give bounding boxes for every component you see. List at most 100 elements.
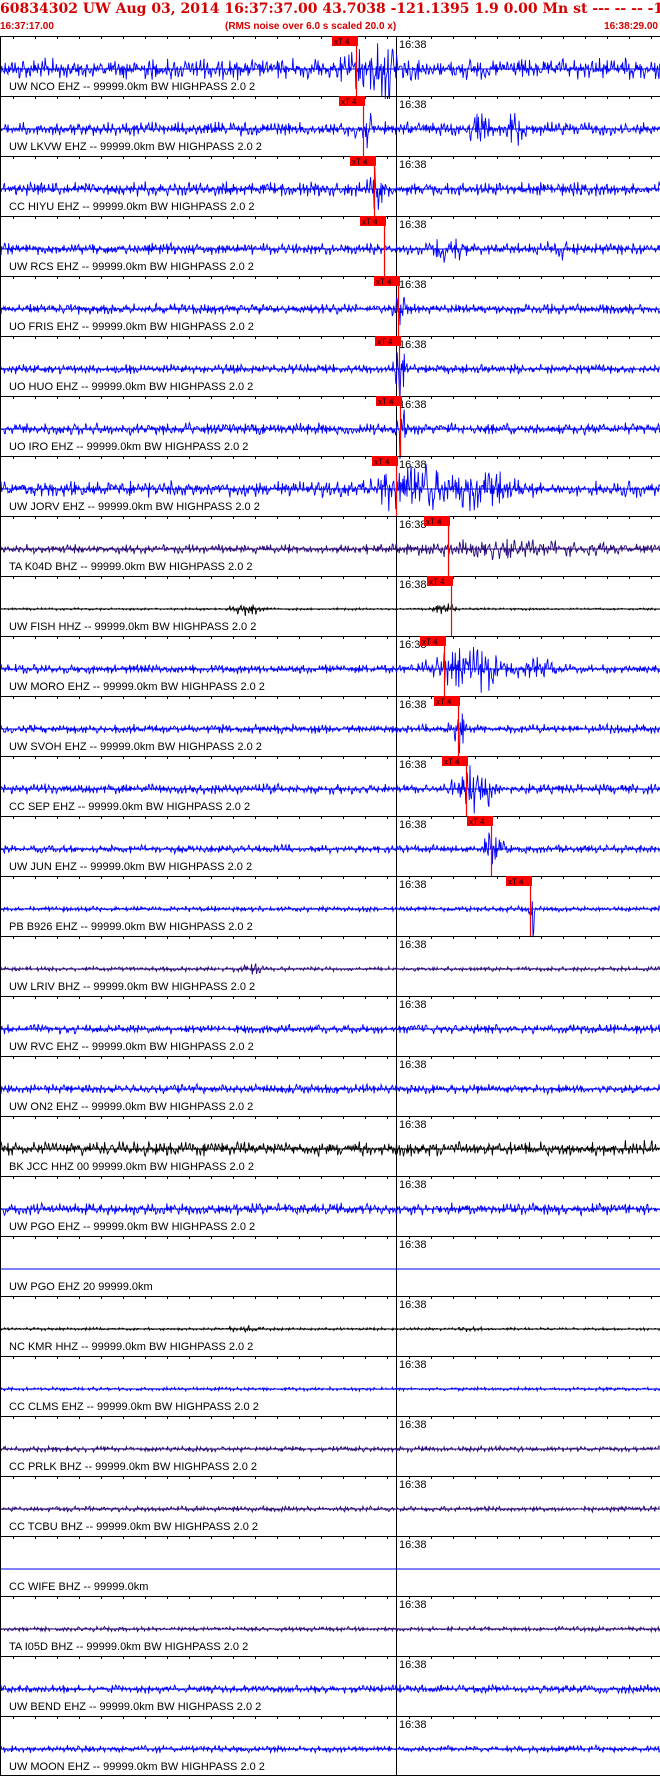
- trace-panel: 16:38xT 4NC KMR HHZ -- 99999.0km BW HIGH…: [0, 1296, 660, 1356]
- trace-panel: 16:38 CC WIFE BHZ -- 99999.0km: [0, 1536, 660, 1596]
- trace-panel: 16:38 xT 4 PB B926 EHZ -- 99999.0km BW HIG…: [0, 876, 660, 938]
- seismogram-panel: 16:38 xT 4 UW NCO EHZ -- 99999.0km BW HIGH…: [0, 36, 660, 1778]
- minute-label: 16:38: [399, 519, 427, 531]
- minute-label: 16:38: [399, 339, 427, 351]
- pick-label: xT 4: [422, 638, 438, 647]
- trace-panel: 16:38 CC TCBU BHZ -- 99999.0km BW HIGHPAS…: [0, 1476, 660, 1536]
- trace-label: UW RCS EHZ -- 99999.0km BW HIGHPASS 2.0 …: [9, 261, 254, 273]
- pick-label: xT 4: [508, 878, 524, 887]
- trace-label: UW JORV EHZ -- 99999.0km BW HIGHPASS 2.0…: [9, 501, 260, 513]
- trace-panel: 16:38 xT 4 CC SEP EHZ -- 99999.0km BW HIGH…: [0, 756, 660, 816]
- minute-label: 16:38: [399, 1539, 427, 1551]
- minute-label: 16:38: [399, 459, 427, 471]
- trace-label: CC PRLK BHZ -- 99999.0km BW HIGHPASS 2.0…: [9, 1461, 257, 1473]
- trace-panel: 16:38 TA I05D BHZ -- 99999.0km BW HIGHPAS…: [0, 1596, 660, 1656]
- minute-label: 16:38: [399, 1059, 427, 1071]
- minute-label: 16:38: [399, 699, 427, 711]
- minute-label: 16:38: [399, 1419, 427, 1431]
- waveform: [0, 1139, 660, 1158]
- pick-label: xT 4: [436, 698, 452, 707]
- trace-label: UW MORO EHZ -- 99999.0km BW HIGHPASS 2.0…: [9, 681, 265, 693]
- trace-panel: 16:38xT 4UW RVC EHZ -- 99999.0km BW HIGH…: [0, 996, 660, 1056]
- pick-label: xT 4: [352, 158, 368, 167]
- trace-panel: 16:38 xT 4 CC HIYU EHZ -- 99999.0km BW HIG…: [0, 156, 660, 216]
- trace-label: UO FRIS EHZ -- 99999.0km BW HIGHPASS 2.0…: [9, 321, 254, 333]
- trace-panel: 16:38 xT 4 TA K04D BHZ -- 99999.0km BW HIG…: [0, 516, 660, 576]
- minute-label: 16:38: [399, 1119, 427, 1131]
- trace-panel: 16:38 xT 4 UW RCS EHZ -- 99999.0km BW HIGH…: [0, 216, 660, 276]
- trace-label: UW MOON EHZ -- 99999.0km BW HIGHPASS 2.0…: [9, 1761, 265, 1773]
- trace-panel: 16:38 UW BEND EHZ -- 99999.0km BW HIGHPAS…: [0, 1656, 660, 1716]
- trace-panel: 16:38 xT 4 UW SVOH EHZ -- 99999.0km BW HIG…: [0, 696, 660, 756]
- trace-label: UW LRIV BHZ -- 99999.0km BW HIGHPASS 2.0…: [9, 981, 255, 993]
- minute-label: 16:38: [399, 1719, 427, 1731]
- pick-label: xT 4: [362, 218, 378, 227]
- trace-label: TA I05D BHZ -- 99999.0km BW HIGHPASS 2.0…: [9, 1641, 248, 1653]
- trace-panel: 16:38 xT 4 UO FRIS EHZ -- 99999.0km BW HIG…: [0, 276, 660, 336]
- event-title: 60834302 UW Aug 03, 2014 16:37:37.00 43.…: [0, 1, 660, 17]
- trace-label: CC SEP EHZ -- 99999.0km BW HIGHPASS 2.0 …: [9, 801, 250, 813]
- trace-panel: 16:38 UW MOON EHZ -- 99999.0km BW HIGHPAS…: [0, 1716, 660, 1776]
- minute-label: 16:38: [399, 279, 427, 291]
- minute-label: 16:38: [399, 1359, 427, 1371]
- pick-label: xT 4: [341, 98, 357, 107]
- pick-label: xT 4: [374, 458, 390, 467]
- trace-label: TA K04D BHZ -- 99999.0km BW HIGHPASS 2.0…: [9, 561, 253, 573]
- trace-panel: 16:38xT 4UW PGO EHZ -- 99999.0km BW HIGH…: [0, 1176, 660, 1236]
- plot-header: 60834302 UW Aug 03, 2014 16:37:37.00 43.…: [0, 0, 660, 36]
- trace-panel: 16:38xT 4UW ON2 EHZ -- 99999.0km BW HIGH…: [0, 1056, 660, 1116]
- trace-panel: 16:38xT 4BK JCC HHZ 00 99999.0km BW HIGH…: [0, 1116, 660, 1176]
- pick-label: xT 4: [377, 338, 393, 347]
- trace-label: CC WIFE BHZ -- 99999.0km: [9, 1581, 148, 1593]
- minute-label: 16:38: [399, 939, 427, 951]
- minute-label: 16:38: [399, 1659, 427, 1671]
- pick-label: xT 4: [444, 758, 460, 767]
- trace-label: UW RVC EHZ -- 99999.0km BW HIGHPASS 2.0 …: [9, 1041, 254, 1053]
- trace-panel: 16:38 CC PRLK BHZ -- 99999.0km BW HIGHPAS…: [0, 1416, 660, 1476]
- pick-label: xT 4: [469, 818, 485, 827]
- trace-panel: 16:38xT 4CC CLMS EHZ -- 99999.0km BW HIG…: [0, 1356, 660, 1416]
- trace-panel: 16:38 xT 4 UO IRO EHZ -- 99999.0km BW HIGH…: [0, 396, 660, 460]
- trace-panel: 16:38xT 4UW MORO EHZ -- 99999.0km BW HIG…: [0, 636, 660, 696]
- trace-label: BK JCC HHZ 00 99999.0km BW HIGHPASS 2.0 …: [9, 1161, 254, 1173]
- minute-label: 16:38: [399, 879, 427, 891]
- trace-label: CC TCBU BHZ -- 99999.0km BW HIGHPASS 2.0…: [9, 1521, 258, 1533]
- pick-label: xT 4: [378, 398, 394, 407]
- trace-label: UW BEND EHZ -- 99999.0km BW HIGHPASS 2.0…: [9, 1701, 261, 1713]
- waveform: [0, 238, 660, 263]
- rms-note: (RMS noise over 6.0 s scaled 20.0 x): [225, 21, 397, 32]
- trace-panel: 16:38 xT 4 UW JUN EHZ -- 99999.0km BW HIGH…: [0, 816, 660, 876]
- minute-label: 16:38: [399, 399, 427, 411]
- trace-panel: 16:38 xT 4 UW LKVW EHZ -- 99999.0km BW HIG…: [0, 96, 660, 156]
- trace-label: CC HIYU EHZ -- 99999.0km BW HIGHPASS 2.0…: [9, 201, 255, 213]
- pick-label: xT 4: [376, 278, 392, 287]
- pick-label: xT 4: [429, 578, 445, 587]
- trace-label: UO IRO EHZ -- 99999.0km BW HIGHPASS 2.0 …: [9, 441, 248, 453]
- trace-panel: 16:38 xT 4 UW NCO EHZ -- 99999.0km BW HIGH…: [0, 36, 660, 100]
- start-time: 16:37:17.00: [0, 21, 54, 32]
- trace-label: UW NCO EHZ -- 99999.0km BW HIGHPASS 2.0 …: [9, 81, 255, 93]
- trace-panel: 16:38 xT 4 UO HUO EHZ -- 99999.0km BW HIGH…: [0, 336, 660, 400]
- trace-panel: 16:38xT 4UW LRIV BHZ -- 99999.0km BW HIG…: [0, 936, 660, 996]
- seismogram-plot: 16:38 xT 4 UW NCO EHZ -- 99999.0km BW HIGH…: [0, 36, 660, 1776]
- waveform: [0, 602, 660, 616]
- trace-label: UW PGO EHZ -- 99999.0km BW HIGHPASS 2.0 …: [9, 1221, 255, 1233]
- minute-label: 16:38: [399, 1179, 427, 1191]
- pick-label: xT 4: [334, 38, 350, 47]
- minute-label: 16:38: [399, 99, 427, 111]
- minute-label: 16:38: [399, 219, 427, 231]
- trace-label: UW PGO EHZ 20 99999.0km: [9, 1281, 153, 1293]
- trace-label: CC CLMS EHZ -- 99999.0km BW HIGHPASS 2.0…: [9, 1401, 259, 1413]
- trace-panel: 16:38 xT 4 UW JORV EHZ -- 99999.0km BW HIG…: [0, 456, 660, 516]
- minute-label: 16:38: [399, 1239, 427, 1251]
- trace-panel: 16:38xT 4UW PGO EHZ 20 99999.0km: [0, 1236, 660, 1296]
- minute-label: 16:38: [399, 999, 427, 1011]
- trace-label: UW LKVW EHZ -- 99999.0km BW HIGHPASS 2.0…: [9, 141, 262, 153]
- minute-label: 16:38: [399, 159, 427, 171]
- minute-label: 16:38: [399, 1299, 427, 1311]
- trace-label: UW ON2 EHZ -- 99999.0km BW HIGHPASS 2.0 …: [9, 1101, 253, 1113]
- trace-label: UW SVOH EHZ -- 99999.0km BW HIGHPASS 2.0…: [9, 741, 262, 753]
- minute-label: 16:38: [399, 819, 427, 831]
- minute-label: 16:38: [399, 579, 427, 591]
- minute-label: 16:38: [399, 1599, 427, 1611]
